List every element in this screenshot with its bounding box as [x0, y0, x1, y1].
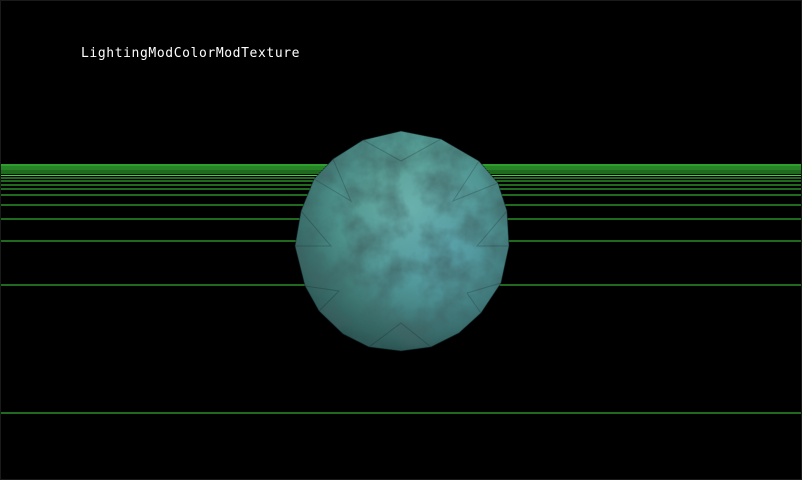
render-mode-label: LightingModColorModTexture — [81, 46, 301, 61]
sphere-texture — [295, 131, 509, 351]
scene-canvas — [1, 129, 801, 414]
textured-sphere[interactable] — [291, 129, 513, 355]
render-viewport[interactable]: LightingModColorModTexture — [0, 0, 802, 480]
